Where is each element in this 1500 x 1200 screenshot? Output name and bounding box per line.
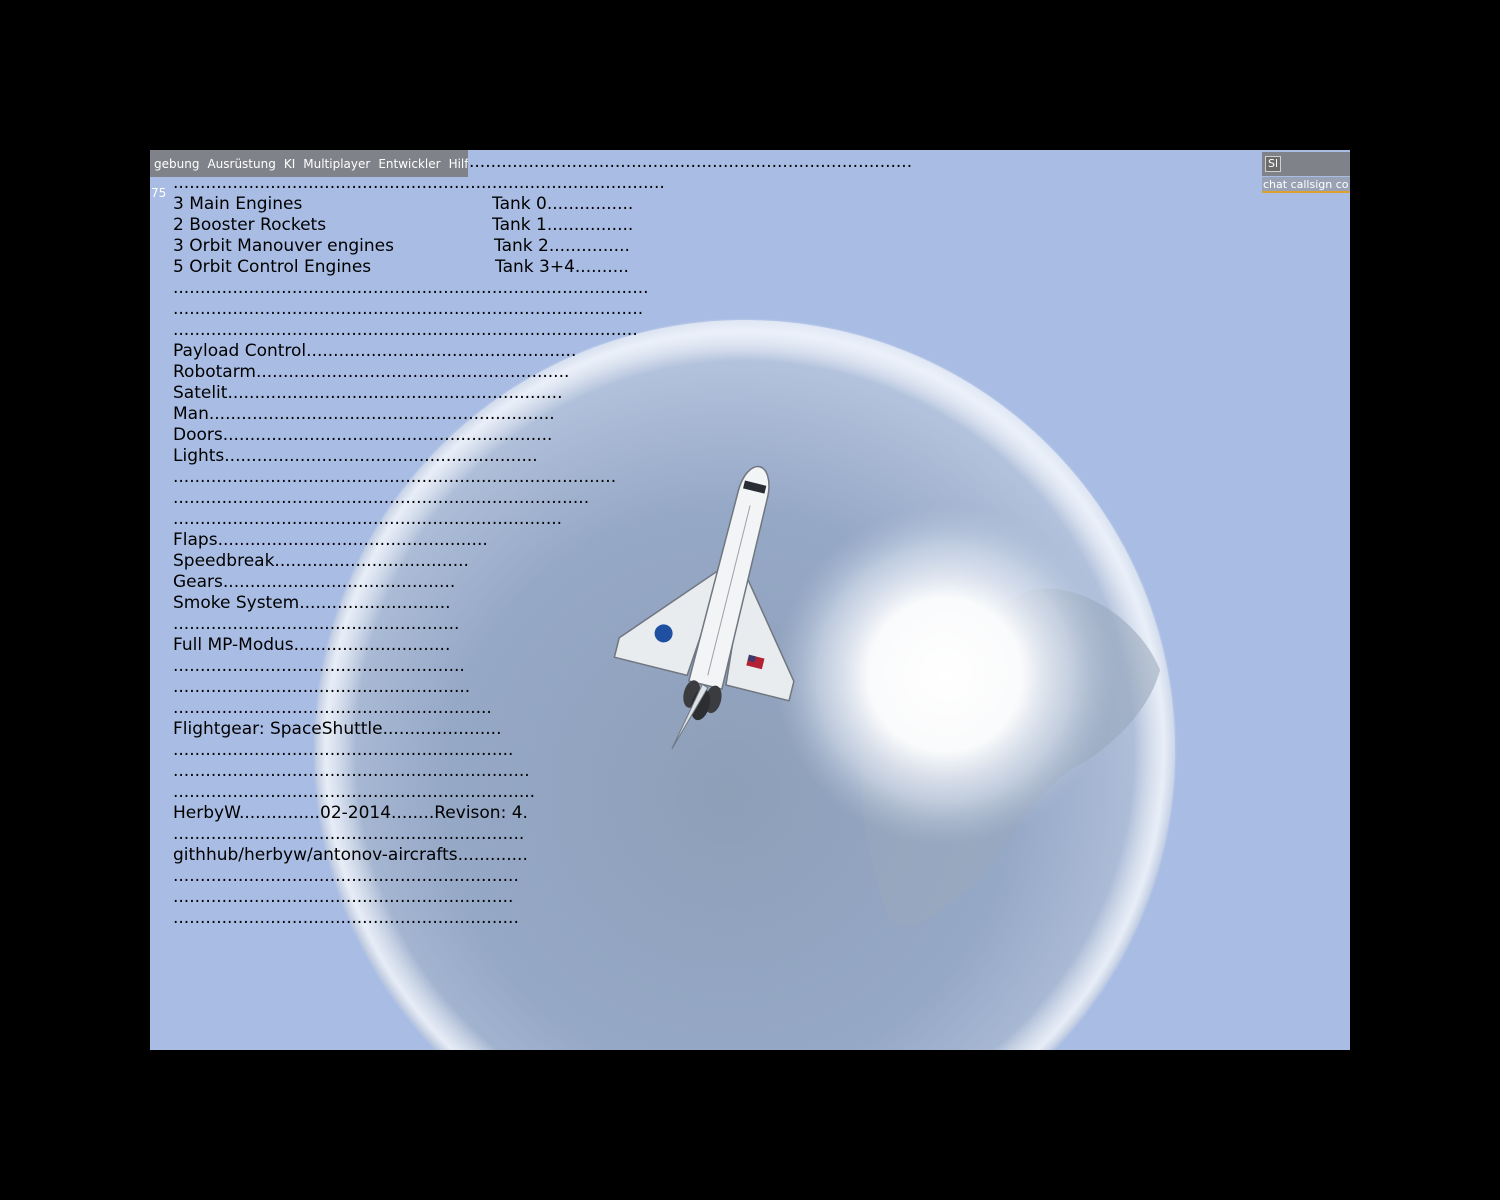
- help-line: Flightgear: SpaceShuttle................…: [173, 719, 912, 740]
- help-line-label: ........................................…: [173, 887, 514, 907]
- help-line-label: ........................................…: [469, 152, 913, 172]
- help-line: ........................................…: [173, 824, 912, 845]
- help-line-label: ........................................…: [173, 782, 536, 802]
- help-line-label: ........................................…: [173, 173, 665, 193]
- help-line: Man.....................................…: [173, 404, 912, 425]
- help-line-label: ........................................…: [173, 614, 460, 634]
- help-line-label: ........................................…: [173, 320, 638, 340]
- help-line-label: ........................................…: [173, 698, 492, 718]
- help-line: ........................................…: [173, 173, 912, 194]
- help-line: ........................................…: [173, 299, 912, 320]
- help-line: ........................................…: [173, 677, 912, 698]
- help-line-label: Doors...................................…: [173, 425, 553, 445]
- help-line-label: ........................................…: [173, 509, 563, 529]
- help-line: ........................................…: [173, 656, 912, 677]
- help-line: ........................................…: [173, 698, 912, 719]
- help-line-label: Payload Control.........................…: [173, 341, 577, 361]
- help-line: githhub/herbyw/antonov-aircrafts........…: [173, 845, 912, 866]
- help-line-label: Smoke System............................: [173, 593, 451, 613]
- help-line-label: ........................................…: [173, 824, 525, 844]
- help-line-label: Flightgear: SpaceShuttle................…: [173, 719, 502, 739]
- help-line-label: ........................................…: [173, 656, 465, 676]
- help-line-label: 3 Orbit Manouver engines: [173, 236, 394, 256]
- help-line: Full MP-Modus...........................…: [173, 635, 912, 656]
- help-line: Speedbreak..............................…: [173, 551, 912, 572]
- help-line-label: ........................................…: [173, 761, 530, 781]
- help-line-label: githhub/herbyw/antonov-aircrafts........…: [173, 845, 528, 865]
- frame-counter: 75: [151, 186, 167, 200]
- help-line-label: ........................................…: [173, 677, 471, 697]
- help-line: 5 Orbit Control Engines Tank 3+4.........…: [173, 257, 912, 278]
- help-line: Payload Control.........................…: [173, 341, 912, 362]
- help-line: HerbyW...............02-2014........Revi…: [173, 803, 912, 824]
- help-line: ........................................…: [173, 509, 912, 530]
- help-line: ........................................…: [173, 866, 912, 887]
- help-line-label: Lights..................................…: [173, 446, 538, 466]
- help-line: ........................................…: [173, 278, 912, 299]
- help-line-tank: Tank 0................: [492, 194, 634, 214]
- scene-viewport[interactable]: gebung Ausrüstung KI Multiplayer Entwick…: [150, 150, 1350, 1050]
- chat-toggle-bar: Sl: [1262, 152, 1350, 176]
- help-line: Satelit.................................…: [173, 383, 912, 404]
- help-line-label: HerbyW...............02-2014........Revi…: [173, 803, 528, 823]
- help-line-label: ........................................…: [173, 488, 590, 508]
- chat-input[interactable]: chat callsign co: [1262, 177, 1350, 193]
- help-line: Doors...................................…: [173, 425, 912, 446]
- help-line: Lights..................................…: [173, 446, 912, 467]
- help-line: 2 Booster Rockets Tank 1................: [173, 215, 912, 236]
- help-line: 3 Main Engines Tank 0................: [173, 194, 912, 215]
- help-line-tank: Tank 1................: [492, 215, 634, 235]
- help-line: Gears...................................…: [173, 572, 912, 593]
- help-line: ........................................…: [173, 887, 912, 908]
- help-line: ........................................…: [173, 614, 912, 635]
- help-line-label: ........................................…: [173, 278, 649, 298]
- help-line-label: Gears...................................…: [173, 572, 456, 592]
- help-line-label: 5 Orbit Control Engines: [173, 257, 372, 277]
- help-line: ........................................…: [173, 908, 912, 929]
- help-line: ........................................…: [173, 467, 912, 488]
- help-line: Flaps...................................…: [173, 530, 912, 551]
- help-line: ........................................…: [173, 782, 912, 803]
- help-line-label: Man.....................................…: [173, 404, 555, 424]
- help-line-label: Robotarm................................…: [173, 362, 570, 382]
- help-line: ........................................…: [173, 152, 912, 173]
- help-overlay: ........................................…: [173, 152, 912, 929]
- help-line-label: ........................................…: [173, 866, 519, 886]
- help-line: ........................................…: [173, 740, 912, 761]
- help-line: ........................................…: [173, 761, 912, 782]
- help-line-label: Full MP-Modus...........................…: [173, 635, 451, 655]
- help-line: ........................................…: [173, 320, 912, 341]
- help-line: Robotarm................................…: [173, 362, 912, 383]
- help-line-label: ........................................…: [173, 299, 644, 319]
- help-line-label: ........................................…: [173, 740, 514, 760]
- help-line-label: ........................................…: [173, 467, 617, 487]
- help-line-label: Satelit.................................…: [173, 383, 563, 403]
- help-line-label: ........................................…: [173, 908, 519, 928]
- help-line-label: Flaps...................................…: [173, 530, 488, 550]
- help-line: Smoke System............................: [173, 593, 912, 614]
- help-line-label: 2 Booster Rockets: [173, 215, 327, 235]
- help-line-label: 3 Main Engines: [173, 194, 303, 214]
- help-line-label: Speedbreak..............................…: [173, 551, 469, 571]
- help-line-tank: Tank 3+4..........: [495, 257, 629, 277]
- chat-toggle-button[interactable]: Sl: [1265, 156, 1281, 172]
- help-line: ........................................…: [173, 488, 912, 509]
- help-line: 3 Orbit Manouver engines Tank 2..........…: [173, 236, 912, 257]
- help-line-tank: Tank 2...............: [494, 236, 630, 256]
- chat-panel: Sl chat callsign co: [1262, 152, 1350, 193]
